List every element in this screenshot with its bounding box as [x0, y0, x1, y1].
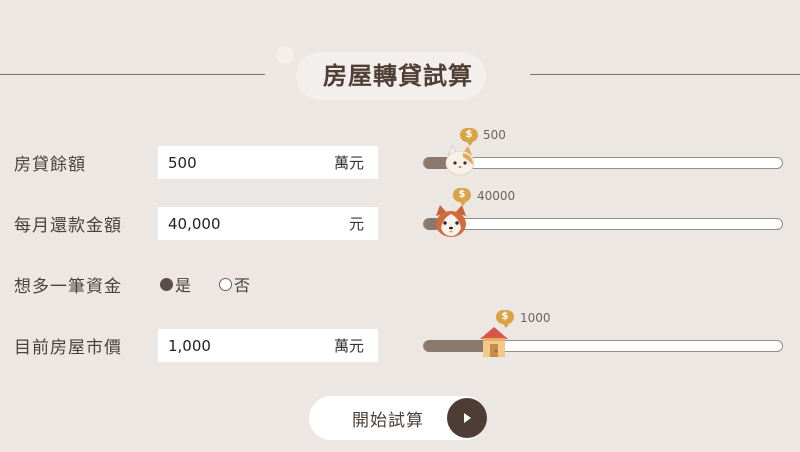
coin-icon: $ [496, 310, 514, 328]
radio-yes-label[interactable]: 是 [175, 272, 191, 296]
cat-face-icon[interactable] [443, 145, 477, 181]
extra-cash-radio-group: 是 否 [160, 272, 250, 296]
title-decoration [276, 46, 294, 64]
coin-icon: $ [453, 188, 471, 206]
radio-no-indicator[interactable] [219, 277, 233, 291]
monthly-payment-slider-value: 40000 [477, 189, 516, 203]
start-calculation-label[interactable]: 開始試算 [352, 406, 424, 431]
house-value-value[interactable]: 1,000 [168, 337, 211, 355]
start-calculation-button[interactable]: 開始試算 [309, 396, 487, 440]
radio-no[interactable]: 否 [219, 272, 250, 296]
house-value-slider[interactable] [423, 340, 783, 352]
dog-face-icon[interactable] [432, 204, 470, 244]
page-title: 房屋轉貸試算 [323, 62, 473, 90]
radio-yes[interactable]: 是 [160, 272, 191, 296]
loan-balance-label: 房貸餘額 [14, 155, 86, 175]
loan-balance-slider-value: 500 [483, 128, 506, 142]
monthly-payment-value[interactable]: 40,000 [168, 215, 221, 233]
house-value-field[interactable]: 1,000 萬元 [158, 329, 378, 362]
loan-balance-slider[interactable] [423, 157, 783, 169]
house-value-label: 目前房屋市價 [14, 338, 122, 358]
house-value-unit: 萬元 [333, 337, 364, 355]
play-icon[interactable] [447, 398, 487, 438]
coin-icon: $ [460, 128, 478, 146]
header-divider-right [530, 74, 800, 75]
monthly-payment-field[interactable]: 40,000 元 [158, 207, 378, 240]
radio-no-label[interactable]: 否 [234, 272, 250, 296]
radio-yes-indicator[interactable] [160, 277, 173, 291]
header-divider-left [0, 74, 265, 75]
monthly-payment-unit: 元 [348, 215, 364, 233]
house-icon[interactable] [478, 325, 510, 363]
monthly-payment-slider[interactable] [423, 218, 783, 230]
loan-balance-value[interactable]: 500 [168, 154, 197, 172]
monthly-payment-label: 每月還款金額 [14, 216, 122, 236]
loan-balance-unit: 萬元 [333, 154, 364, 172]
extra-cash-label: 想多一筆資金 [14, 277, 122, 297]
loan-balance-field[interactable]: 500 萬元 [158, 146, 378, 179]
house-value-slider-value: 1000 [520, 311, 551, 325]
